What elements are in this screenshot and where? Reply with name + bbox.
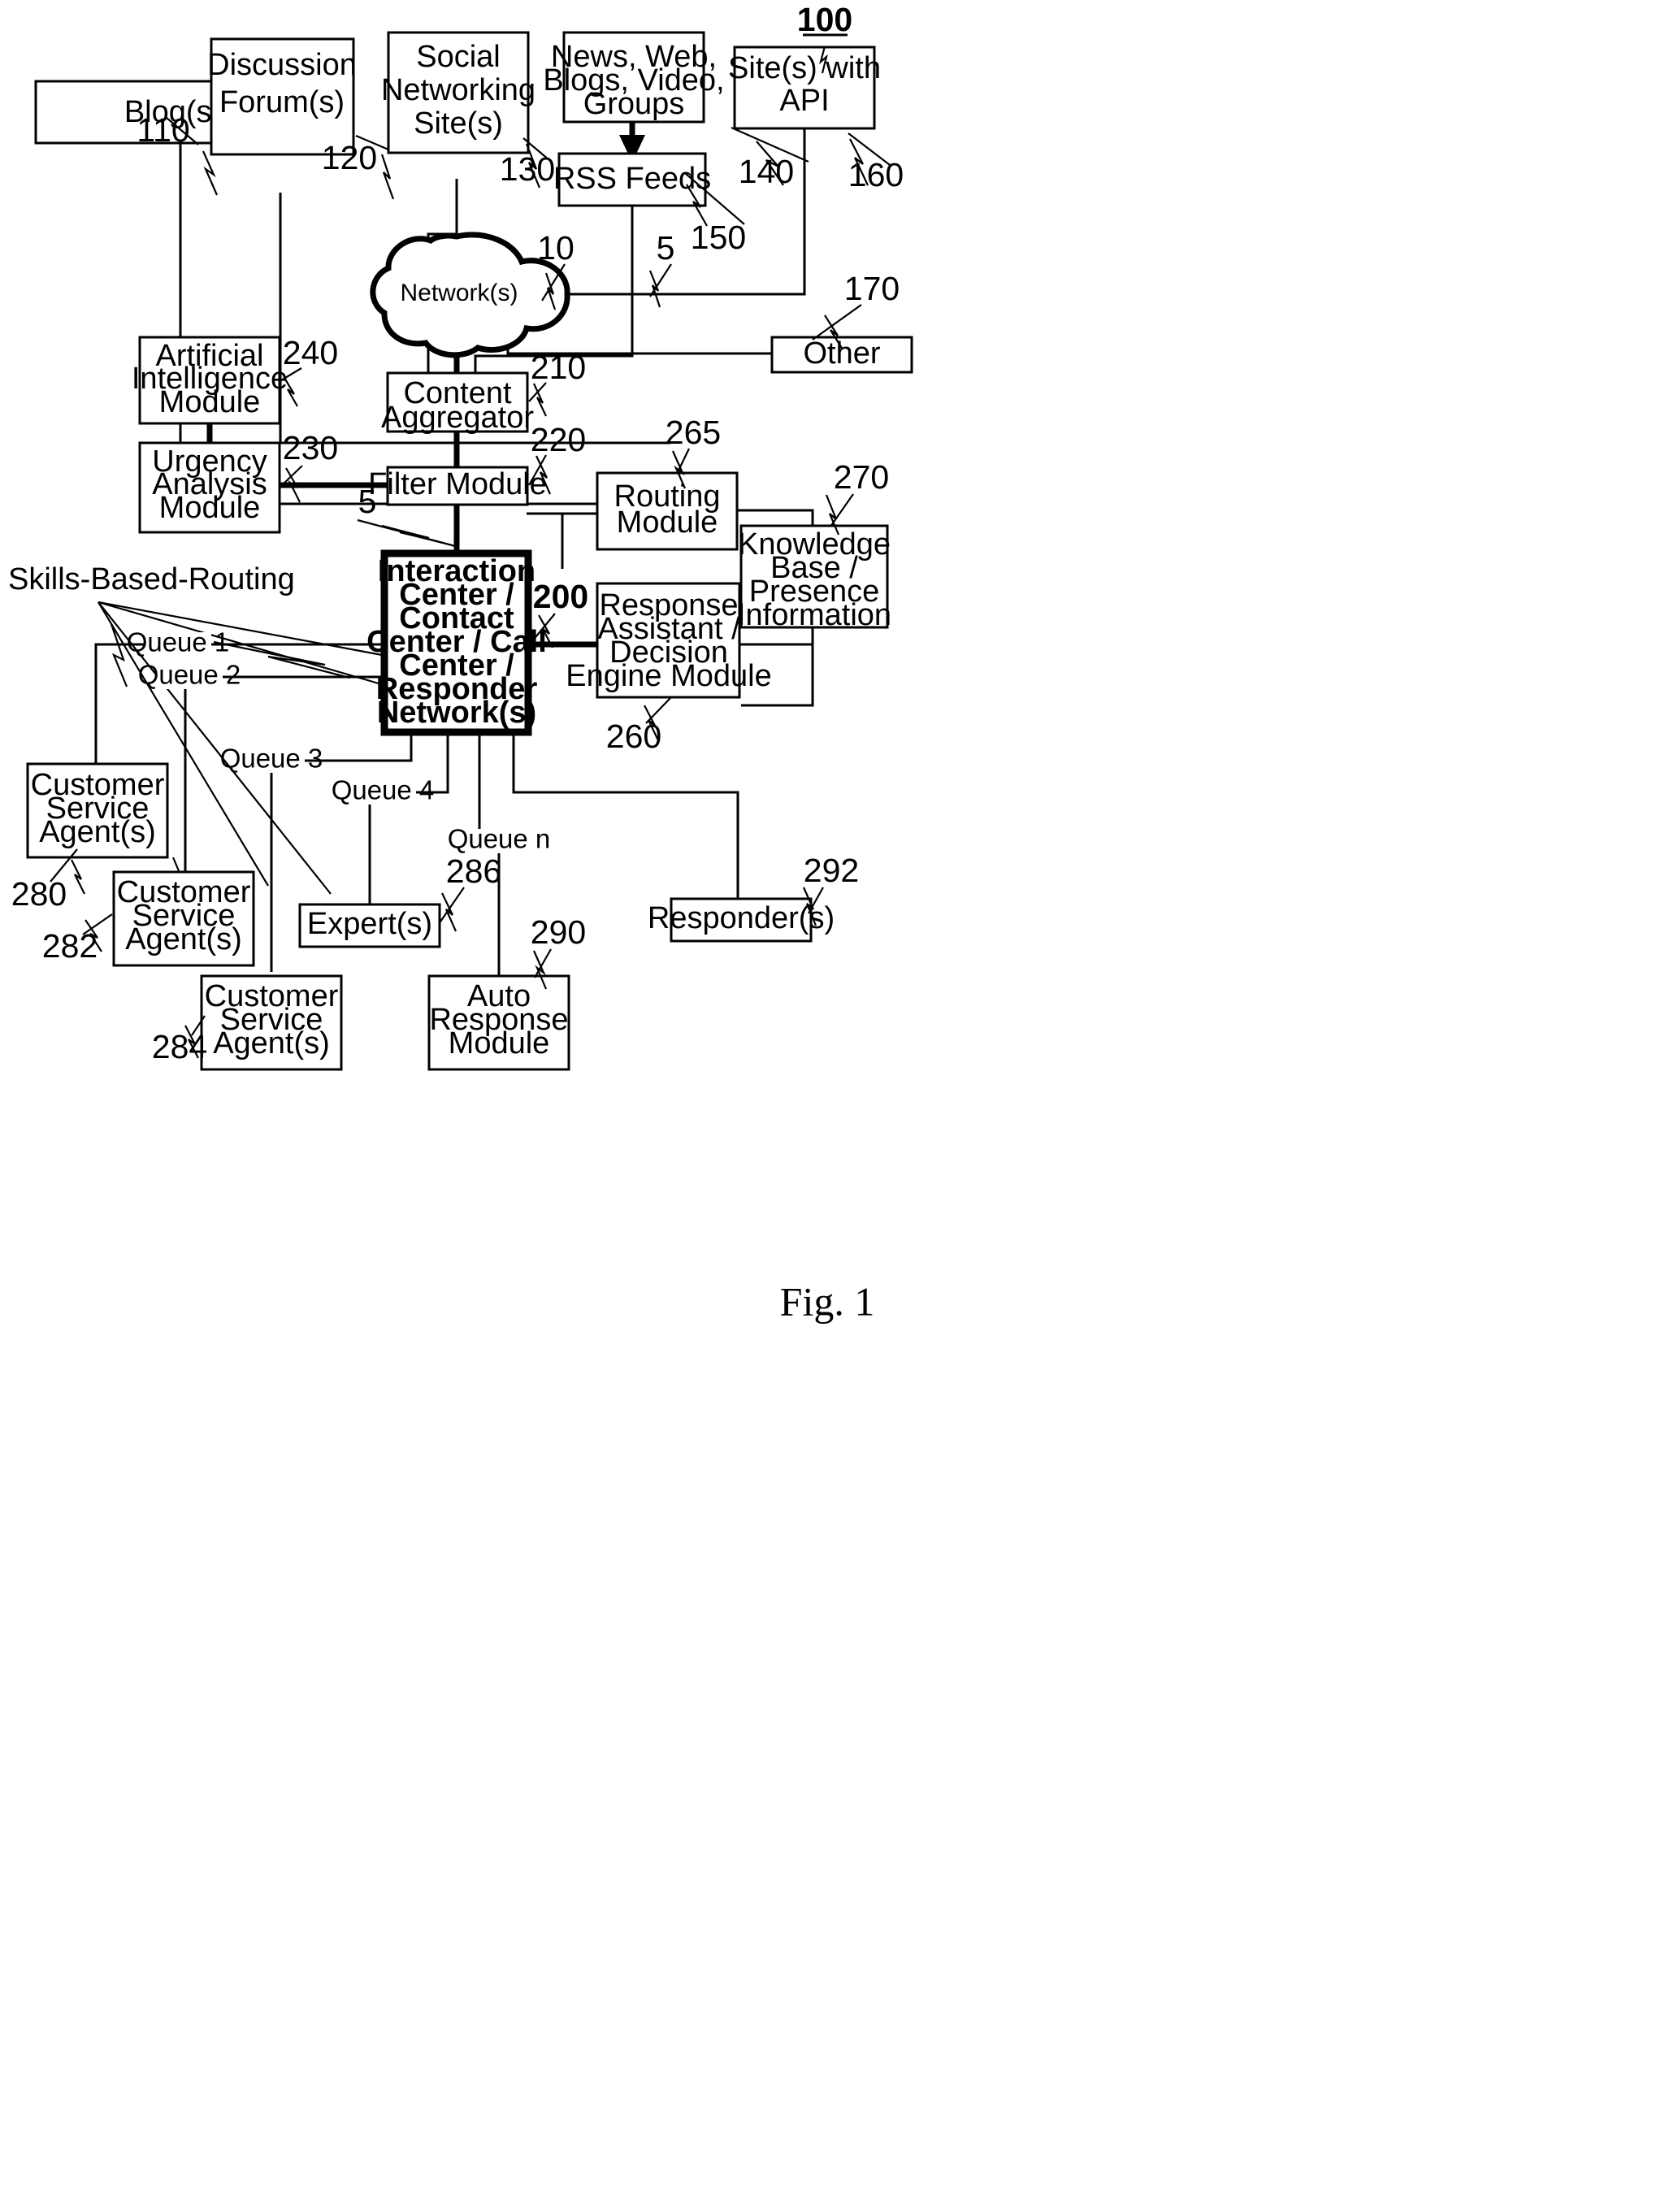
- node-social-label-1: Networking: [381, 73, 535, 107]
- ref-5a: 5: [657, 229, 675, 267]
- node-ai-label-2: Module: [159, 385, 261, 419]
- node-response-label-3: Engine Module: [566, 659, 772, 693]
- ref-5b: 5: [358, 483, 377, 520]
- ref-120: 120: [322, 139, 377, 176]
- ref-290: 290: [531, 913, 586, 951]
- patent-figure: Blog(s) Discussion Forum(s) Social Netwo…: [0, 0, 1678, 2212]
- node-api-label-0: Site(s) with: [728, 51, 881, 85]
- ref-130: 130: [500, 150, 555, 188]
- queue-label-1: Queue 1: [127, 627, 230, 657]
- ref-282: 282: [42, 927, 98, 965]
- node-responder-label: Responder(s): [648, 901, 835, 935]
- node-agent2-label-2: Agent(s): [125, 922, 242, 956]
- ref-290-leader: [534, 948, 552, 978]
- ref-170: 170: [844, 270, 900, 307]
- node-social-label-0: Social: [416, 40, 501, 74]
- ref-270: 270: [834, 458, 889, 496]
- queue-label-2: Queue 2: [138, 660, 241, 690]
- ref-210: 210: [531, 349, 586, 386]
- node-aggregator-label-1: Aggregator: [381, 401, 534, 435]
- ref-280: 280: [11, 875, 67, 913]
- node-news-label-2: Groups: [583, 87, 685, 121]
- figure-caption: Fig. 1: [780, 1278, 875, 1324]
- node-auto-label-2: Module: [449, 1026, 550, 1060]
- link-queue4: [368, 732, 449, 909]
- node-agent3-label-2: Agent(s): [213, 1026, 330, 1060]
- node-interaction-label-6: Network(s): [377, 696, 536, 730]
- ref-280-squiggle: [71, 859, 85, 895]
- node-forums-label-1: Forum(s): [219, 85, 345, 119]
- node-other-label: Other: [803, 336, 880, 371]
- ref-286: 286: [446, 852, 501, 890]
- node-rss-label: RSS Feeds: [553, 162, 711, 196]
- ref-140: 140: [739, 153, 794, 190]
- ref-200: 200: [533, 578, 588, 615]
- queue-label-n: Queue n: [448, 824, 551, 854]
- ref-5a-squiggle: [648, 270, 661, 308]
- node-api-label-1: API: [779, 84, 829, 118]
- node-agent1-label-2: Agent(s): [39, 815, 156, 849]
- node-routing-label-1: Module: [617, 505, 718, 540]
- ref-100: 100: [797, 1, 852, 38]
- ref-292: 292: [804, 852, 859, 889]
- node-social-label-2: Site(s): [414, 106, 503, 141]
- ref-284: 284: [152, 1028, 207, 1065]
- link-responder: [512, 732, 739, 902]
- ref-230: 230: [283, 429, 338, 466]
- queue-label-4: Queue 4: [332, 775, 435, 805]
- ref-240: 240: [283, 334, 338, 371]
- ref-5b-squiggle: [381, 524, 444, 544]
- queue-label-3: Queue 3: [220, 744, 323, 774]
- sbr-squiggle-a: [110, 623, 128, 687]
- ref-150: 150: [691, 219, 746, 256]
- ref-220: 220: [531, 421, 586, 458]
- ref-120-squiggle: [380, 154, 395, 200]
- node-forums-label-0: Discussion: [207, 48, 357, 82]
- ref-10: 10: [537, 229, 575, 267]
- node-expert-label: Expert(s): [307, 907, 432, 941]
- skills-based-routing-label: Skills-Based-Routing: [8, 562, 295, 596]
- ref-110-squiggle: [202, 150, 219, 196]
- node-urgency-label-2: Module: [159, 491, 261, 525]
- ref-286-squiggle: [441, 892, 457, 932]
- node-filter-label: Filter Module: [368, 467, 547, 501]
- node-knowledge-label-3: Information: [737, 598, 891, 632]
- ref-265: 265: [666, 414, 721, 451]
- node-network-label: Network(s): [400, 280, 518, 306]
